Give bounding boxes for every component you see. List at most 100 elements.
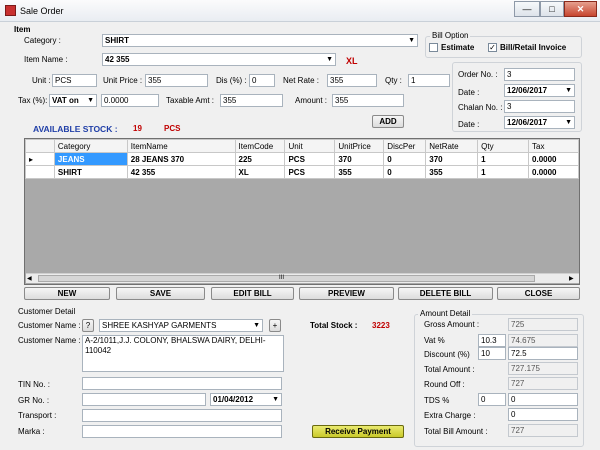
receive-payment-button[interactable]: Receive Payment bbox=[312, 425, 404, 438]
row-marker: ▸ bbox=[25, 152, 55, 166]
item-name-select[interactable]: 42 355 ▼ bbox=[102, 53, 336, 66]
discount-pct-field[interactable]: 10 bbox=[478, 347, 506, 360]
cell[interactable]: JEANS bbox=[53, 152, 128, 166]
bill-retail-label: Bill/Retail Invoice bbox=[500, 43, 567, 52]
chevron-down-icon: ▼ bbox=[408, 37, 415, 44]
order-no-field[interactable]: 3 bbox=[504, 68, 575, 81]
customer-name-select[interactable]: SHREE KASHYAP GARMENTS ▼ bbox=[99, 319, 263, 332]
edit-bill-button[interactable]: EDIT BILL bbox=[211, 287, 294, 300]
table-row[interactable]: ▸ JEANS 28 JEANS 370 225 PCS 370 0 370 1… bbox=[25, 152, 579, 166]
chalan-date-value: 12/06/2017 bbox=[507, 118, 548, 127]
cell[interactable]: 370 bbox=[334, 152, 385, 166]
cell[interactable]: 370 bbox=[425, 152, 479, 166]
discount-amount-field[interactable]: 72.5 bbox=[508, 347, 578, 360]
tds-amount-field[interactable]: 0 bbox=[508, 393, 578, 406]
col-qty[interactable]: Qty bbox=[477, 139, 530, 153]
cell[interactable]: SHIRT bbox=[53, 165, 128, 179]
order-no-label: Order No. : bbox=[458, 70, 498, 79]
row-header-cell bbox=[25, 165, 55, 179]
table-row[interactable]: SHIRT 42 355 XL PCS 355 0 355 1 0.0000 bbox=[25, 165, 579, 179]
available-stock-label: AVAILABLE STOCK : bbox=[33, 124, 118, 134]
gr-field[interactable] bbox=[82, 393, 206, 406]
gr-date-value: 01/04/2012 bbox=[213, 395, 254, 404]
total-amount-field: 727.175 bbox=[508, 362, 578, 375]
tax-field[interactable]: 0.0000 bbox=[101, 94, 159, 107]
qty-field[interactable]: 1 bbox=[408, 74, 450, 87]
close-button[interactable]: CLOSE bbox=[497, 287, 580, 300]
cell[interactable]: 0.0000 bbox=[528, 152, 579, 166]
tds-pct-field[interactable]: 0 bbox=[478, 393, 506, 406]
add-item-button[interactable]: ADD bbox=[372, 115, 404, 128]
col-itemcode[interactable]: ItemCode bbox=[234, 139, 286, 153]
add-customer-button[interactable]: + bbox=[269, 319, 281, 332]
col-unitprice[interactable]: UnitPrice bbox=[334, 139, 385, 153]
order-date-picker[interactable]: 12/06/2017 ▼ bbox=[504, 84, 575, 97]
cell[interactable]: PCS bbox=[284, 152, 336, 166]
unit-field[interactable]: PCS bbox=[52, 74, 97, 87]
chevron-down-icon: ▼ bbox=[253, 322, 260, 329]
dis-field[interactable]: 0 bbox=[249, 74, 275, 87]
tax-label: Tax (%): bbox=[18, 96, 48, 105]
cell[interactable]: 0.0000 bbox=[528, 165, 579, 179]
tds-label: TDS % bbox=[424, 396, 450, 405]
available-stock-unit: PCS bbox=[164, 124, 181, 133]
total-bill-label: Total Bill Amount : bbox=[424, 427, 488, 436]
tin-field[interactable] bbox=[82, 377, 282, 390]
tax-type-select[interactable]: VAT on ▼ bbox=[49, 94, 97, 107]
close-window-button[interactable]: ✕ bbox=[564, 1, 597, 17]
col-discper[interactable]: DiscPer bbox=[383, 139, 427, 153]
estimate-checkbox[interactable] bbox=[429, 43, 438, 52]
cell[interactable]: XL bbox=[234, 165, 286, 179]
net-rate-field[interactable]: 355 bbox=[327, 74, 377, 87]
total-stock-label: Total Stock : bbox=[310, 321, 358, 330]
customer-name-label: Customer Name : bbox=[18, 321, 81, 330]
col-unit[interactable]: Unit bbox=[284, 139, 336, 153]
cell[interactable]: 355 bbox=[334, 165, 385, 179]
amount-field[interactable]: 355 bbox=[332, 94, 404, 107]
scrollbar-thumb[interactable]: III bbox=[38, 275, 535, 282]
minimize-button[interactable]: — bbox=[514, 1, 540, 17]
scroll-left-icon[interactable]: ◀ bbox=[27, 275, 32, 282]
net-rate-label: Net Rate : bbox=[283, 76, 320, 85]
chalan-no-field[interactable]: 3 bbox=[504, 100, 575, 113]
unit-price-field[interactable]: 355 bbox=[145, 74, 208, 87]
bill-option-label: Bill Option bbox=[430, 31, 471, 40]
grid-header-row: Category ItemName ItemCode Unit UnitPric… bbox=[25, 139, 579, 153]
scroll-right-icon[interactable]: ▶ bbox=[569, 275, 574, 282]
vat-pct-field[interactable]: 10.3 bbox=[478, 334, 506, 347]
col-category[interactable]: Category bbox=[53, 139, 128, 153]
bill-retail-checkbox[interactable]: ✓ bbox=[488, 43, 497, 52]
new-button[interactable]: NEW bbox=[24, 287, 110, 300]
save-button[interactable]: SAVE bbox=[116, 287, 205, 300]
category-select[interactable]: SHIRT ▼ bbox=[102, 34, 418, 47]
col-itemname[interactable]: ItemName bbox=[126, 139, 236, 153]
cell[interactable]: 1 bbox=[477, 165, 530, 179]
extra-charge-field[interactable]: 0 bbox=[508, 408, 578, 421]
customer-help-button[interactable]: ? bbox=[82, 319, 94, 332]
cell[interactable]: 355 bbox=[425, 165, 479, 179]
preview-button[interactable]: PREVIEW bbox=[299, 287, 394, 300]
horizontal-scrollbar[interactable]: ◀ III ▶ bbox=[26, 273, 579, 283]
col-netrate[interactable]: NetRate bbox=[425, 139, 479, 153]
cell[interactable]: 28 JEANS 370 bbox=[126, 152, 236, 166]
delete-bill-button[interactable]: DELETE BILL bbox=[398, 287, 493, 300]
chevron-down-icon: ▼ bbox=[326, 56, 333, 63]
cell[interactable]: 1 bbox=[477, 152, 530, 166]
cell[interactable]: 0 bbox=[383, 152, 427, 166]
marka-field[interactable] bbox=[82, 425, 282, 438]
col-tax[interactable]: Tax bbox=[528, 139, 579, 153]
item-group-label: Item bbox=[14, 25, 31, 34]
category-value: SHIRT bbox=[105, 36, 129, 45]
total-stock-value: 3223 bbox=[372, 321, 390, 330]
taxable-amt-field[interactable]: 355 bbox=[220, 94, 283, 107]
chalan-date-picker[interactable]: 12/06/2017 ▼ bbox=[504, 116, 575, 129]
cell[interactable]: 0 bbox=[383, 165, 427, 179]
maximize-button[interactable]: □ bbox=[540, 1, 564, 17]
transport-field[interactable] bbox=[82, 409, 282, 422]
cell[interactable]: PCS bbox=[284, 165, 336, 179]
customer-address-field[interactable]: A-2/1011,J.J. COLONY, BHALSWA DAIRY, DEL… bbox=[82, 335, 284, 372]
gr-date-picker[interactable]: 01/04/2012 ▼ bbox=[210, 393, 282, 406]
items-grid[interactable]: Category ItemName ItemCode Unit UnitPric… bbox=[24, 138, 580, 285]
cell[interactable]: 42 355 bbox=[126, 165, 236, 179]
cell[interactable]: 225 bbox=[234, 152, 286, 166]
